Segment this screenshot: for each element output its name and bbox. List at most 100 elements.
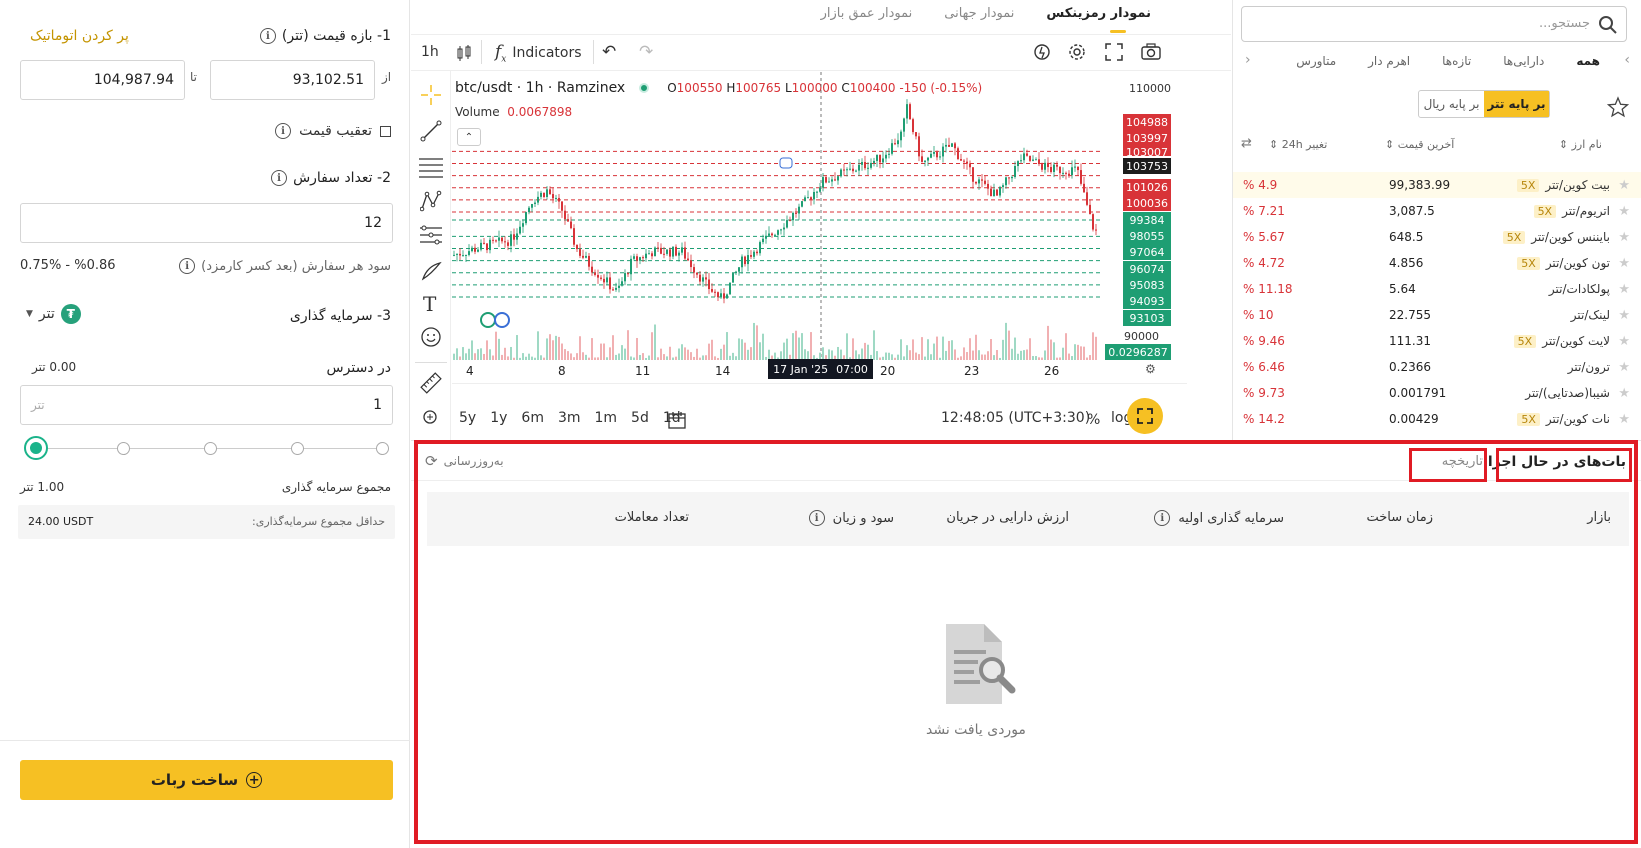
star-icon[interactable]: ★ <box>1618 178 1630 193</box>
chevron-left-icon[interactable]: ‹ <box>1624 52 1630 68</box>
star-icon[interactable]: ★ <box>1618 256 1630 271</box>
chevron-right-icon[interactable]: › <box>1245 52 1251 68</box>
alert-icon[interactable] <box>1032 42 1052 62</box>
market-row[interactable]: % 9.46 111.31 لایت کوین/تتر 5X ★ <box>1233 328 1641 354</box>
calendar-icon[interactable] <box>666 410 688 430</box>
tab-new[interactable]: تازه‌ها <box>1442 54 1471 68</box>
star-icon[interactable]: ★ <box>1618 334 1630 349</box>
price-tick: 90000 <box>1124 330 1159 343</box>
zoom-in-icon[interactable] <box>421 408 441 428</box>
slider-step[interactable] <box>291 442 304 455</box>
undo-icon[interactable]: ↶ <box>602 42 616 62</box>
candlestick-chart[interactable] <box>452 72 1187 372</box>
price-cell: 3,087.5 <box>1389 204 1435 218</box>
amount-input[interactable]: تتر 1 <box>20 385 393 425</box>
candle-body <box>864 162 866 169</box>
tab-global-chart[interactable]: نمودار جهانی <box>944 6 1014 21</box>
col-price[interactable]: آخرین قیمت ⇕ <box>1385 138 1454 151</box>
range-5d[interactable]: 5d <box>631 410 649 426</box>
col-change[interactable]: تغییر 24h ⇕ <box>1269 138 1327 151</box>
slider-step[interactable] <box>117 442 130 455</box>
percent-toggle[interactable]: % <box>1087 412 1100 428</box>
market-row[interactable]: % 14.2 0.00429 نات کوین/تتر 5X ★ <box>1233 406 1641 432</box>
slider-step[interactable] <box>204 442 217 455</box>
candle-body <box>975 181 977 184</box>
autofill-link[interactable]: پر کردن اتوماتیک <box>30 28 129 44</box>
price-tick: 110000 <box>1129 82 1171 95</box>
range-3m[interactable]: 3m <box>558 410 581 426</box>
trailing-checkbox[interactable] <box>380 125 391 137</box>
volume-bar <box>1095 336 1097 360</box>
text-tool-icon[interactable]: T <box>423 292 436 316</box>
trendline-icon[interactable] <box>420 120 442 142</box>
gear-icon[interactable] <box>1067 42 1087 62</box>
currency-select[interactable]: ₮ تتر ▼ <box>26 304 81 324</box>
order-count-input[interactable]: 12 <box>20 203 393 243</box>
star-icon[interactable] <box>1607 96 1629 118</box>
star-icon[interactable]: ★ <box>1618 204 1630 219</box>
market-row[interactable]: % 5.67 648.5 بایننس کوین/تتر 5X ★ <box>1233 224 1641 250</box>
tab-all[interactable]: همه <box>1576 54 1600 68</box>
range-1m[interactable]: 1m <box>595 410 618 426</box>
candles-icon[interactable] <box>455 44 473 62</box>
candle-body <box>954 143 956 149</box>
ruler-icon[interactable] <box>415 367 446 398</box>
brush-icon[interactable] <box>420 260 442 282</box>
emoji-icon[interactable] <box>420 326 442 348</box>
info-icon[interactable]: i <box>179 258 196 274</box>
redo-icon[interactable]: ↷ <box>639 42 653 62</box>
range-to-input[interactable]: 104,987.94 <box>20 60 185 100</box>
slider-step[interactable] <box>376 442 389 455</box>
tab-assets[interactable]: دارایی‌ها <box>1503 54 1544 68</box>
tab-ramzinex-chart[interactable]: نمودار رمزینکس <box>1046 6 1151 21</box>
market-row[interactable]: % 4.72 4.856 تون کوین/تتر 5X ★ <box>1233 250 1641 276</box>
star-icon[interactable]: ★ <box>1618 230 1630 245</box>
candle-body <box>1011 176 1013 179</box>
crosshair-icon[interactable] <box>420 84 442 106</box>
star-icon[interactable]: ★ <box>1618 308 1630 323</box>
candle-body <box>543 192 545 198</box>
crosshair-time-label: 17 Jan '25 07:00 <box>768 359 873 379</box>
interval-select[interactable]: 1h <box>421 44 439 60</box>
prediction-icon[interactable] <box>419 224 443 246</box>
camera-icon[interactable] <box>1140 42 1162 62</box>
market-row[interactable]: % 4.9 99,383.99 بیت کوین/تتر 5X ★ <box>1233 172 1641 198</box>
pattern-icon[interactable] <box>420 190 442 212</box>
candle-body <box>939 156 941 158</box>
info-icon[interactable]: i <box>259 28 276 44</box>
range-from-input[interactable]: 93,102.51 <box>210 60 375 100</box>
market-row[interactable]: % 7.21 3,087.5 اتریوم/تتر 5X ★ <box>1233 198 1641 224</box>
time-tick: 20 <box>880 364 896 378</box>
star-icon[interactable]: ★ <box>1618 282 1630 297</box>
amount-slider-handle[interactable] <box>24 436 48 460</box>
col-name[interactable]: نام ارز ⇕ <box>1559 138 1602 151</box>
chart-fullscreen-button[interactable] <box>1127 398 1163 434</box>
market-table-header: ⇄ تغییر 24h ⇕ آخرین قیمت ⇕ نام ارز ⇕ <box>1233 136 1641 156</box>
star-icon[interactable]: ★ <box>1618 386 1630 401</box>
star-icon[interactable]: ★ <box>1618 360 1630 375</box>
info-icon[interactable]: i <box>271 170 288 186</box>
rial-base-button[interactable]: بر پایه ریال <box>1419 91 1484 117</box>
market-row[interactable]: % 11.18 5.64 پولکادات/تتر ★ <box>1233 276 1641 302</box>
axis-settings-icon[interactable]: ⚙ <box>1145 362 1156 376</box>
fib-icon[interactable] <box>418 156 444 178</box>
tab-metaverse[interactable]: متاورس <box>1296 54 1336 68</box>
range-5y[interactable]: 5y <box>459 410 476 426</box>
tab-leverage[interactable]: اهرم دار <box>1368 54 1410 68</box>
usdt-base-button[interactable]: بر پایه تتر <box>1484 91 1549 117</box>
market-row[interactable]: % 9.73 0.001791 شیبا(صدتایی)/تتر ★ <box>1233 380 1641 406</box>
market-row[interactable]: % 6.46 0.2366 ترون/تتر ★ <box>1233 354 1641 380</box>
star-icon[interactable]: ★ <box>1618 412 1630 427</box>
create-bot-button[interactable]: ساخت ربات + <box>20 760 393 800</box>
info-icon[interactable]: i <box>275 123 292 139</box>
market-row[interactable]: % 10 22.755 لینک/تتر ★ <box>1233 302 1641 328</box>
search-input[interactable]: جستجو... <box>1241 6 1627 42</box>
range-6m[interactable]: 6m <box>521 410 544 426</box>
swap-icon[interactable]: ⇄ <box>1241 136 1252 151</box>
candle-body <box>933 152 935 154</box>
candle-body <box>996 189 998 196</box>
tab-depth-chart[interactable]: نمودار عمق بازار <box>821 6 913 21</box>
fullscreen-icon[interactable] <box>1104 42 1124 62</box>
range-1y[interactable]: 1y <box>490 410 507 426</box>
indicators-button[interactable]: fx Indicators <box>495 42 582 64</box>
